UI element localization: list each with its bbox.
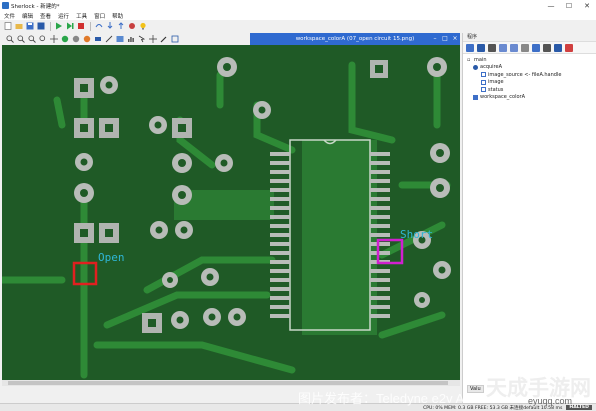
program-panel: 程序 ▫ main acquireA image_source <- fileA… [462, 33, 596, 403]
menu-run[interactable]: 运行 [58, 12, 69, 20]
workspace-icon [473, 94, 478, 100]
variables-icon[interactable] [532, 43, 540, 52]
add-instruction-icon[interactable] [466, 43, 474, 52]
breakpoint-icon[interactable] [127, 22, 136, 31]
step-out-icon[interactable] [116, 22, 125, 31]
properties-icon[interactable] [521, 43, 529, 52]
panel-header: 程序 [463, 33, 596, 42]
histogram-icon[interactable] [126, 35, 135, 44]
menu-file[interactable]: 文件 [4, 12, 15, 20]
run-once-icon[interactable] [65, 22, 74, 31]
tree-item-image-source[interactable]: image_source <- fileA.handle [467, 71, 596, 79]
image-viewer[interactable]: Open Short [2, 45, 460, 380]
zoom-fit-icon[interactable] [27, 35, 36, 44]
rectangle-roi-icon[interactable] [93, 35, 102, 44]
move-down-icon[interactable] [510, 43, 518, 52]
color-picker-icon[interactable] [170, 35, 179, 44]
toolbar-divider [90, 21, 91, 31]
image-window-controls: – □ × [430, 33, 460, 45]
move-up-icon[interactable] [499, 43, 507, 52]
camera-icon [473, 64, 478, 70]
menu-tools[interactable]: 工具 [76, 12, 87, 20]
image-icon [481, 79, 486, 85]
run-icon[interactable] [54, 22, 63, 31]
orange-circle-icon[interactable] [82, 35, 91, 44]
image-window-close-button[interactable]: × [450, 33, 460, 45]
horizontal-scrollbar[interactable] [2, 380, 460, 386]
menu-help[interactable]: 帮助 [112, 12, 123, 20]
tree-item-image[interactable]: image [467, 79, 596, 87]
new-file-icon[interactable] [3, 22, 12, 31]
watermark-domain: eyuqq.com [528, 396, 573, 406]
save-all-icon[interactable] [36, 22, 45, 31]
pan-icon[interactable] [49, 35, 58, 44]
pencil-icon[interactable] [159, 35, 168, 44]
image-toolbar [0, 33, 250, 45]
watermark-publisher: 图片发布者：Teledyne e2v Asia [298, 391, 481, 406]
close-button[interactable]: ✕ [578, 0, 596, 11]
step-into-icon[interactable] [105, 22, 114, 31]
open-label: Open [98, 251, 125, 264]
panel-toolbar [463, 42, 596, 54]
image-icon[interactable] [115, 35, 124, 44]
zoom-actual-icon[interactable] [38, 35, 47, 44]
tree-item-main[interactable]: ▫ main [467, 56, 596, 64]
program-tree: ▫ main acquireA image_source <- fileA.ha… [463, 54, 596, 101]
stop-icon[interactable] [76, 22, 85, 31]
tree-item-workspace[interactable]: workspace_colorA [467, 94, 596, 102]
menu-bar: 文件 编辑 查看 运行 工具 窗口 帮助 [0, 11, 596, 20]
remove-icon[interactable] [565, 43, 573, 52]
expand-icon[interactable] [554, 43, 562, 52]
step-over-icon[interactable] [94, 22, 103, 31]
pcb-image: Open Short [2, 45, 460, 380]
image-window-maximize-button[interactable]: □ [440, 33, 450, 45]
image-window-title: workspace_colorA (07_open circuit 15.png… [250, 33, 460, 45]
toolbar-divider [50, 21, 51, 31]
maximize-button[interactable]: ☐ [560, 0, 578, 11]
line-roi-icon[interactable] [104, 35, 113, 44]
tree-item-acquire[interactable]: acquireA [467, 64, 596, 72]
scrollbar-thumb[interactable] [8, 381, 448, 385]
lightbulb-icon[interactable] [138, 22, 147, 31]
window-title: Sherlock - 新建的* [11, 3, 60, 10]
gray-circle-icon[interactable] [71, 35, 80, 44]
zoom-in-icon[interactable] [5, 35, 14, 44]
delete-icon[interactable] [488, 43, 496, 52]
menu-view[interactable]: 查看 [40, 12, 51, 20]
settings-icon[interactable] [543, 43, 551, 52]
crosshair-icon[interactable] [148, 35, 157, 44]
minimize-button[interactable]: — [542, 0, 560, 11]
image-window-minimize-button[interactable]: – [430, 33, 440, 45]
tree-item-status[interactable]: status [467, 86, 596, 94]
zoom-out-icon[interactable] [16, 35, 25, 44]
app-icon [2, 2, 9, 9]
main-toolbar [0, 20, 460, 32]
save-icon[interactable] [25, 22, 34, 31]
open-folder-icon[interactable] [14, 22, 23, 31]
link-icon [481, 72, 486, 78]
status-icon [481, 87, 486, 93]
green-circle-icon[interactable] [60, 35, 69, 44]
pointer-icon[interactable] [137, 35, 146, 44]
short-label: Short [400, 228, 433, 241]
window-titlebar: Sherlock - 新建的* — ☐ ✕ [0, 0, 596, 11]
menu-window[interactable]: 窗口 [94, 12, 105, 20]
menu-edit[interactable]: 编辑 [22, 12, 33, 20]
add-procedure-icon[interactable] [477, 43, 485, 52]
